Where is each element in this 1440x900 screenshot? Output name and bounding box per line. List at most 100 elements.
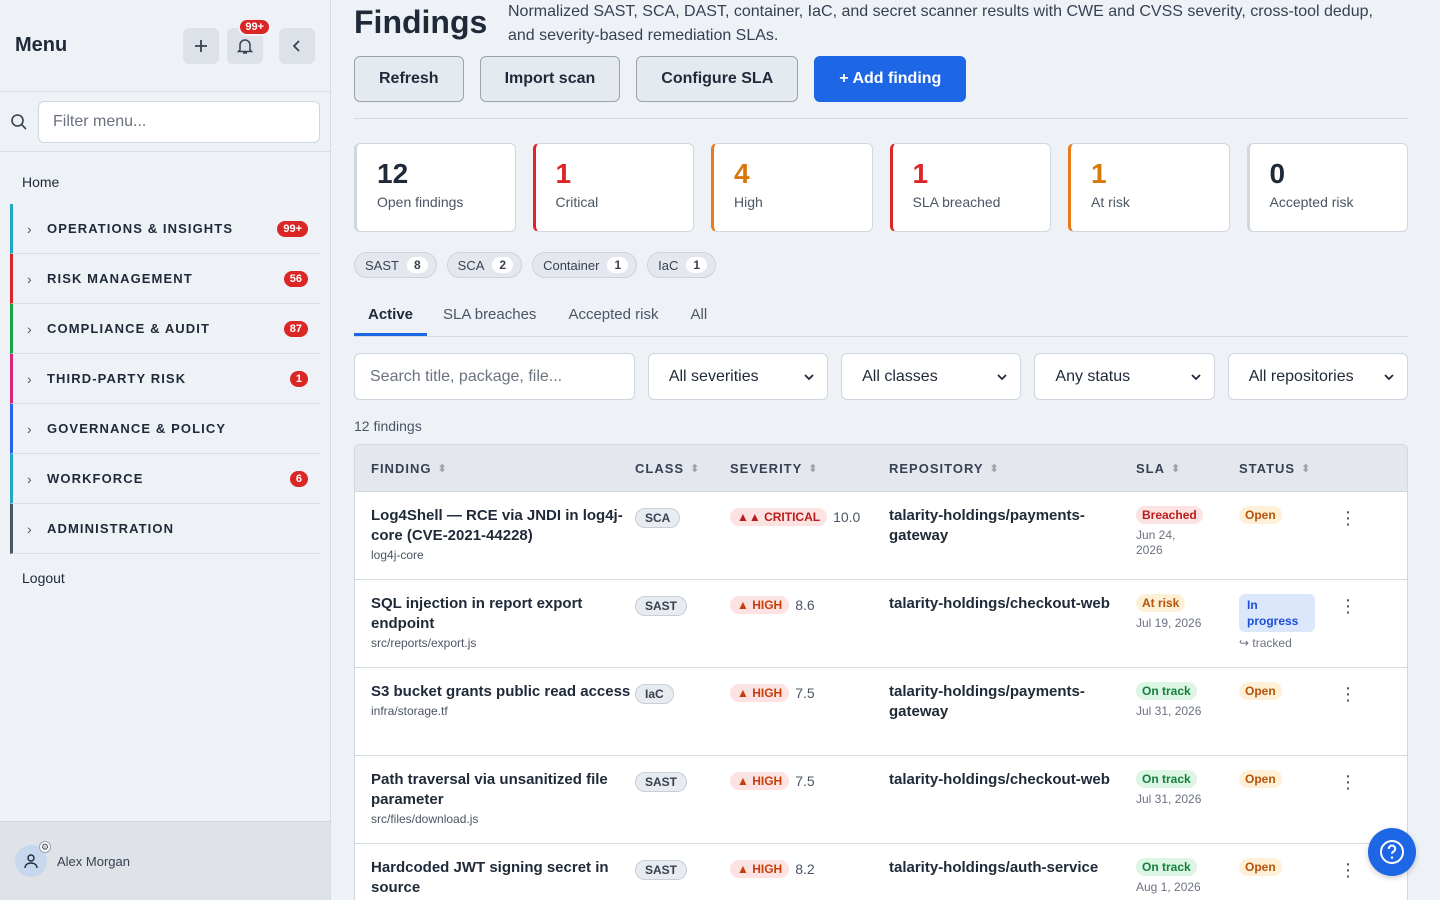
logout-link[interactable]: Logout (0, 554, 330, 602)
severity-cell: ▲▲ CRITICAL 10.0 (730, 506, 889, 526)
add-button[interactable] (183, 27, 219, 64)
search-findings-input[interactable] (354, 353, 635, 400)
status-select[interactable]: Any status (1034, 353, 1215, 400)
sla-cell: Breached Jun 24, 2026 (1136, 506, 1239, 558)
table-row[interactable]: Log4Shell — RCE via JNDI in log4j-core (… (355, 492, 1407, 580)
column-status[interactable]: STATUS ⬍ (1239, 461, 1339, 476)
stat-card[interactable]: 1 At risk (1068, 143, 1230, 232)
table-row[interactable]: Path traversal via unsanitized file para… (355, 756, 1407, 844)
import-scan-button[interactable]: Import scan (479, 56, 621, 102)
class-cell: SAST (635, 594, 730, 616)
sidebar-item-risk-management[interactable]: › RISK MANAGEMENT 56 (10, 254, 320, 304)
class-badge: SAST (635, 772, 688, 792)
scanner-chips: SAST 8 SCA 2 Container 1 IaC 1 (354, 252, 1408, 278)
user-icon (24, 854, 38, 869)
sidebar-item-home[interactable]: Home (0, 152, 330, 204)
scanner-chip[interactable]: SAST 8 (354, 252, 437, 278)
title-row: Findings Normalized SAST, SCA, DAST, con… (354, 0, 1408, 46)
severity-select-value: All severities (668, 367, 759, 385)
sort-icon: ⬍ (1171, 462, 1182, 475)
sidebar-title: Menu (15, 34, 68, 56)
stat-card[interactable]: 4 High (711, 143, 873, 232)
repository-name[interactable]: talarity-holdings/checkout-web (889, 594, 1136, 614)
stat-card[interactable]: 0 Accepted risk (1246, 143, 1408, 232)
repository-select[interactable]: All repositories (1227, 353, 1408, 400)
sidebar-item-workforce[interactable]: › WORKFORCE 6 (10, 454, 320, 504)
repository-name[interactable]: talarity-holdings/payments-gateway (889, 506, 1136, 546)
severity-select[interactable]: All severities (647, 353, 829, 400)
sidebar-group-label: THIRD-PARTY RISK (47, 371, 187, 386)
row-menu-button[interactable]: ⋮ (1339, 594, 1369, 617)
sla-badge: On track (1136, 682, 1197, 700)
cvss-score: 7.5 (795, 773, 815, 789)
scanner-chip[interactable]: SCA 2 (446, 252, 523, 278)
column-finding-label: FINDING (371, 460, 432, 476)
repository-cell: talarity-holdings/payments-gateway (889, 682, 1136, 722)
tab-active[interactable]: Active (354, 300, 428, 336)
row-menu-button[interactable]: ⋮ (1339, 682, 1369, 705)
column-class[interactable]: CLASS ⬍ (635, 461, 730, 476)
table-body: Log4Shell — RCE via JNDI in log4j-core (… (355, 492, 1407, 900)
sidebar-item-governance-policy[interactable]: › GOVERNANCE & POLICY (10, 404, 320, 454)
chevron-right-icon: › (27, 520, 32, 537)
repository-name[interactable]: talarity-holdings/payments-gateway (889, 682, 1136, 722)
stat-card[interactable]: 1 SLA breached (889, 143, 1051, 232)
sidebar-item-administration[interactable]: › ADMINISTRATION (10, 504, 320, 554)
filter-menu-input[interactable] (38, 100, 320, 143)
tab-sla-breaches[interactable]: SLA breaches (427, 300, 552, 336)
sidebar-item-operations-insights[interactable]: › OPERATIONS & INSIGHTS 99+ (10, 204, 320, 254)
severity-label: HIGH (752, 774, 783, 788)
chevron-left-icon (292, 39, 300, 52)
tab-all[interactable]: All (674, 300, 723, 336)
scanner-chip[interactable]: Container 1 (532, 252, 638, 278)
tracked-link[interactable]: ↪ tracked (1239, 636, 1339, 650)
finding-title[interactable]: Hardcoded JWT signing secret in source (371, 858, 635, 898)
sla-badge: On track (1136, 770, 1197, 788)
column-severity[interactable]: SEVERITY ⬍ (730, 461, 889, 476)
repository-name[interactable]: talarity-holdings/checkout-web (889, 770, 1136, 790)
table-row[interactable]: SQL injection in report export endpoint s… (355, 580, 1407, 668)
column-class-label: CLASS (635, 460, 685, 476)
chevron-down-icon (804, 373, 814, 380)
configure-sla-button[interactable]: Configure SLA (636, 56, 799, 102)
help-button[interactable] (1368, 828, 1416, 876)
status-badge: Open (1239, 506, 1282, 524)
row-menu-button[interactable]: ⋮ (1339, 858, 1369, 881)
column-repository[interactable]: REPOSITORY ⬍ (889, 461, 1136, 476)
column-sla[interactable]: SLA ⬍ (1136, 461, 1239, 476)
finding-location: src/reports/export.js (371, 636, 477, 650)
refresh-button[interactable]: Refresh (354, 56, 464, 102)
notifications-button[interactable]: 99+ (227, 17, 271, 64)
finding-title[interactable]: Log4Shell — RCE via JNDI in log4j-core (… (371, 506, 635, 546)
finding-cell: Path traversal via unsanitized file para… (355, 770, 635, 826)
chevron-down-icon (1384, 373, 1394, 380)
finding-title[interactable]: Path traversal via unsanitized file para… (371, 770, 635, 810)
status-badge: Open (1239, 770, 1282, 788)
sidebar-item-third-party-risk[interactable]: › THIRD-PARTY RISK 1 (10, 354, 320, 404)
row-menu-button[interactable]: ⋮ (1339, 506, 1369, 529)
filter-bar: All severities All classes Any status Al… (354, 353, 1408, 400)
tab-accepted-risk[interactable]: Accepted risk (552, 300, 674, 336)
row-menu-button[interactable]: ⋮ (1339, 770, 1369, 793)
table-row[interactable]: Hardcoded JWT signing secret in source SA… (355, 844, 1407, 900)
class-select[interactable]: All classes (841, 353, 1022, 400)
scanner-chip[interactable]: IaC 1 (647, 252, 717, 278)
severity-pill: ▲ HIGH (730, 684, 790, 702)
sidebar-group-label: OPERATIONS & INSIGHTS (47, 221, 234, 236)
column-repository-label: REPOSITORY (889, 460, 984, 476)
add-finding-button[interactable]: + Add finding (814, 56, 967, 102)
table-row[interactable]: S3 bucket grants public read access infra… (355, 668, 1407, 756)
sidebar-item-compliance-audit[interactable]: › COMPLIANCE & AUDIT 87 (10, 304, 320, 354)
collapse-sidebar-button[interactable] (279, 27, 315, 64)
user-profile[interactable]: ⚙ Alex Morgan (0, 821, 330, 900)
repository-name[interactable]: talarity-holdings/auth-service (889, 858, 1136, 878)
repository-select-value: All repositories (1248, 367, 1354, 385)
stat-card[interactable]: 12 Open findings (354, 143, 516, 232)
column-finding[interactable]: FINDING ⬍ (355, 461, 635, 476)
finding-title[interactable]: S3 bucket grants public read access (371, 682, 635, 702)
finding-title[interactable]: SQL injection in report export endpoint (371, 594, 635, 634)
stat-card[interactable]: 1 Critical (532, 143, 694, 232)
class-badge: IaC (635, 684, 674, 704)
sla-due-date: Jun 24, 2026 (1136, 528, 1176, 557)
repository-cell: talarity-holdings/payments-gateway (889, 506, 1136, 546)
